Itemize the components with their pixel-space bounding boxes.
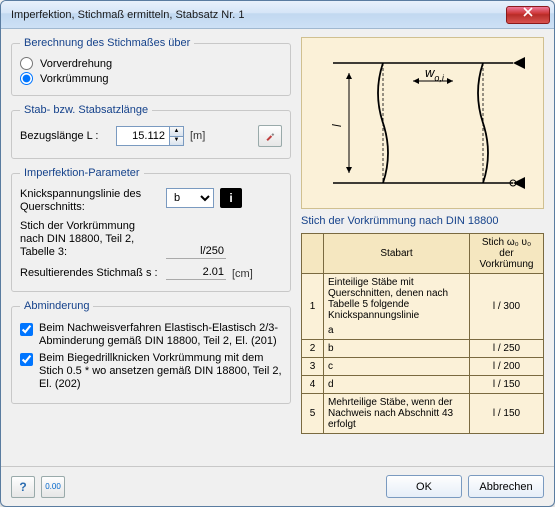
row-num: 2 <box>302 340 324 358</box>
table-row: 1Einteilige Stäbe mit Querschnitten, den… <box>302 274 544 340</box>
row-text: c <box>324 358 470 376</box>
group-length-legend: Stab- bzw. Stabsatzlänge <box>20 104 152 116</box>
info-icon: i <box>229 191 232 205</box>
svg-text:l: l <box>330 124 344 127</box>
length-spin-up[interactable]: ▲ <box>169 127 183 137</box>
radio-vorverdrehung-label: Vorverdrehung <box>40 58 112 70</box>
row-text: Mehrteilige Stäbe, wenn der Nachweis nac… <box>324 394 470 434</box>
row-stich: l / 150 <box>470 376 544 394</box>
row-num: 3 <box>302 358 324 376</box>
table-row: 4dl / 150 <box>302 376 544 394</box>
left-column: Berechnung des Stichmaßes über Vorverdre… <box>11 37 291 466</box>
table-caption: Stich der Vorkrümmung nach DIN 18800 <box>301 215 544 227</box>
th-stabart: Stabart <box>324 234 470 274</box>
buckling-info-button[interactable]: i <box>220 188 242 208</box>
row-text: d <box>324 376 470 394</box>
buckling-label: Knickspannungslinie des Querschnitts: <box>20 188 160 214</box>
close-icon <box>523 7 533 17</box>
length-spinbox[interactable]: ▲ ▼ <box>116 126 184 146</box>
radio-vorkruemmung-label: Vorkrümmung <box>40 73 108 85</box>
row-num: 5 <box>302 394 324 434</box>
pick-icon <box>265 129 275 143</box>
row-num: 4 <box>302 376 324 394</box>
check-el201[interactable] <box>20 323 33 336</box>
help-button[interactable]: ? <box>11 476 35 498</box>
check-el202-label: Beim Biegedrillknicken Vorkrümmung mit d… <box>39 352 282 391</box>
table-row: 5Mehrteilige Stäbe, wenn der Nachweis na… <box>302 394 544 434</box>
close-button[interactable] <box>506 6 550 24</box>
row-stich: l / 200 <box>470 358 544 376</box>
row-num: 1 <box>302 274 324 340</box>
th-num <box>302 234 324 274</box>
pick-length-button[interactable] <box>258 125 282 147</box>
precamber-diagram-svg: wo,i l <box>313 43 533 203</box>
group-length: Stab- bzw. Stabsatzlänge Bezugslänge L :… <box>11 104 291 159</box>
row-stich: l / 300 <box>470 274 544 340</box>
dialog-footer: ? 0.00 OK Abbrechen <box>1 466 554 506</box>
row-stich: l / 150 <box>470 394 544 434</box>
result-value <box>166 265 226 280</box>
group-reduction: Abminderung Beim Nachweisverfahren Elast… <box>11 300 291 404</box>
help-icon: ? <box>19 480 26 494</box>
right-column: wo,i l Stich der Vorkrümmung nach DIN 18… <box>301 37 544 466</box>
row-stich: l / 250 <box>470 340 544 358</box>
diagram-image: wo,i l <box>301 37 544 209</box>
din-table: Stabart Stich ω₀ υ₀ der Vorkrümung 1Eint… <box>301 233 544 434</box>
dialog-window: Imperfektion, Stichmaß ermitteln, Stabsa… <box>0 0 555 507</box>
result-label: Resultierendes Stichmaß s : <box>20 267 160 280</box>
window-title: Imperfektion, Stichmaß ermitteln, Stabsa… <box>11 9 506 21</box>
length-spin-down[interactable]: ▼ <box>169 137 183 146</box>
dialog-content: Berechnung des Stichmaßes über Vorverdre… <box>1 29 554 466</box>
table-row: 2bl / 250 <box>302 340 544 358</box>
table-row: 3cl / 200 <box>302 358 544 376</box>
length-label: Bezugslänge L : <box>20 130 110 142</box>
radio-vorverdrehung[interactable] <box>20 57 33 70</box>
radio-vorverdrehung-row: Vorverdrehung <box>20 57 282 70</box>
radio-vorkruemmung-row: Vorkrümmung <box>20 72 282 85</box>
check-el202[interactable] <box>20 353 33 366</box>
radio-vorkruemmung[interactable] <box>20 72 33 85</box>
title-bar: Imperfektion, Stichmaß ermitteln, Stabsa… <box>1 1 554 29</box>
cancel-button[interactable]: Abbrechen <box>468 475 544 498</box>
stich-din-label: Stich der Vorkrümmung nach DIN 18800, Te… <box>20 220 160 259</box>
stich-din-value <box>166 244 226 259</box>
buckling-select[interactable]: b <box>166 188 214 208</box>
group-reduction-legend: Abminderung <box>20 300 93 312</box>
group-parameter-legend: Imperfektion-Parameter <box>20 167 144 179</box>
result-unit: [cm] <box>232 268 253 280</box>
length-unit: [m] <box>190 130 205 142</box>
check-el201-label: Beim Nachweisverfahren Elastisch-Elastis… <box>39 322 282 348</box>
th-stich: Stich ω₀ υ₀ der Vorkrümung <box>470 234 544 274</box>
diagram-w-label: wo,i <box>425 65 445 83</box>
group-calculation-legend: Berechnung des Stichmaßes über <box>20 37 194 49</box>
decimals-icon: 0.00 <box>45 482 61 491</box>
length-input[interactable] <box>117 127 169 145</box>
group-calculation: Berechnung des Stichmaßes über Vorverdre… <box>11 37 291 96</box>
decimals-button[interactable]: 0.00 <box>41 476 65 498</box>
row-text: b <box>324 340 470 358</box>
ok-button[interactable]: OK <box>386 475 462 498</box>
row-text: Einteilige Stäbe mit Querschnitten, dene… <box>324 274 470 340</box>
group-parameter: Imperfektion-Parameter Knickspannungslin… <box>11 167 291 292</box>
